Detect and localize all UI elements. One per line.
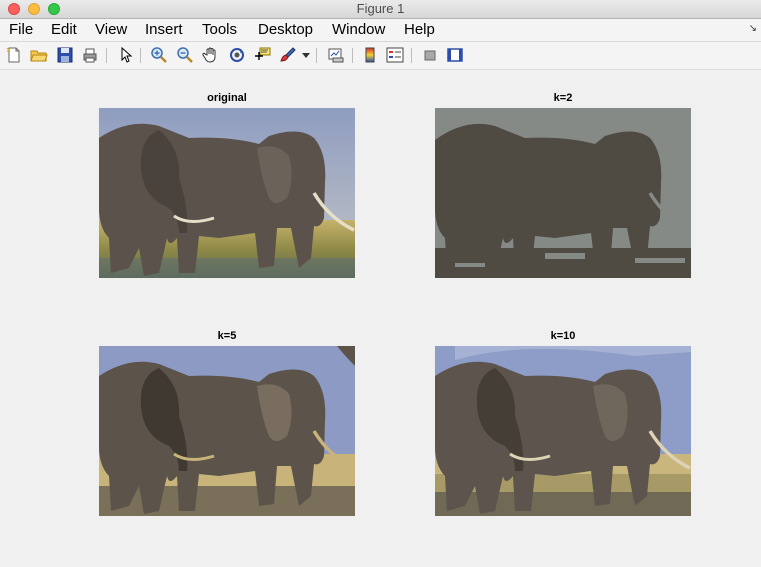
image-k10[interactable] — [435, 346, 691, 516]
toolbar-separator — [106, 48, 107, 63]
toolbar-separator — [140, 48, 141, 63]
data-cursor-icon[interactable] — [253, 46, 271, 64]
link-plot-icon[interactable] — [327, 46, 345, 64]
colorbar-icon[interactable] — [361, 46, 379, 64]
axes-title-k2: k=2 — [553, 92, 573, 104]
rotate-3d-icon[interactable] — [228, 46, 246, 64]
pointer-icon[interactable] — [117, 46, 135, 64]
title-bar: Figure 1 — [0, 0, 761, 19]
hide-plot-tools-icon[interactable] — [421, 46, 439, 64]
pan-hand-icon[interactable] — [202, 46, 220, 64]
show-plot-tools-icon[interactable] — [446, 46, 464, 64]
menu-edit[interactable]: Edit — [51, 21, 77, 38]
menu-desktop[interactable]: Desktop — [258, 21, 313, 38]
toolbar-separator — [316, 48, 317, 63]
menu-insert[interactable]: Insert — [145, 21, 183, 38]
brush-icon[interactable] — [279, 46, 297, 64]
menu-help[interactable]: Help — [404, 21, 435, 38]
chevron-down-icon[interactable] — [302, 53, 310, 59]
axes-title-original: original — [207, 92, 247, 104]
menu-overflow-icon[interactable]: ↘ — [749, 23, 757, 34]
save-icon[interactable] — [56, 46, 74, 64]
image-original[interactable] — [99, 108, 355, 278]
image-k2[interactable] — [435, 108, 691, 278]
menu-bar: File Edit View Insert Tools Desktop Wind… — [0, 19, 761, 42]
menu-window[interactable]: Window — [332, 21, 385, 38]
new-figure-icon[interactable] — [5, 46, 23, 64]
toolbar-separator — [352, 48, 353, 63]
menu-file[interactable]: File — [9, 21, 33, 38]
toolbar-separator — [411, 48, 412, 63]
window-title: Figure 1 — [356, 1, 405, 16]
axes-title-k10: k=10 — [550, 330, 576, 342]
menu-view[interactable]: View — [95, 21, 127, 38]
zoom-in-icon[interactable] — [150, 46, 168, 64]
print-icon[interactable] — [81, 46, 99, 64]
legend-icon[interactable] — [386, 46, 404, 64]
open-file-icon[interactable] — [30, 46, 48, 64]
axes-title-k5: k=5 — [217, 330, 237, 342]
image-k5[interactable] — [99, 346, 355, 516]
figure-toolbar — [0, 42, 761, 70]
zoom-out-icon[interactable] — [176, 46, 194, 64]
menu-tools[interactable]: Tools — [202, 21, 237, 38]
